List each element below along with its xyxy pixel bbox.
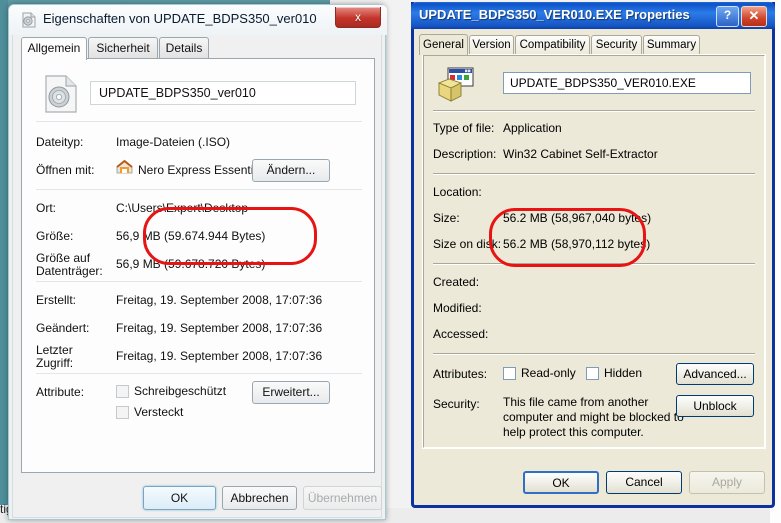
iso-disc-icon: [21, 12, 37, 28]
divider-xp-2: [433, 173, 755, 175]
readonly-label-xp: Read-only: [521, 366, 576, 380]
attributes-label: Attribute:: [36, 385, 84, 399]
hidden-checkbox[interactable]: [116, 406, 129, 419]
security-text-line1: This file came from another: [503, 395, 648, 409]
security-text-line3: help protect this computer.: [503, 425, 644, 439]
apply-button[interactable]: Übernehmen: [303, 486, 382, 510]
hidden-label: Versteckt: [134, 405, 183, 419]
size-on-disk-value-xp: 56.2 MB (58,970,112 bytes): [503, 237, 650, 251]
size-label-xp: Size:: [433, 211, 460, 225]
readonly-label: Schreibgeschützt: [134, 384, 226, 398]
tab-strip: Allgemein Sicherheit Details: [21, 37, 375, 59]
divider-xp-1: [433, 110, 755, 112]
location-label-xp: Location:: [433, 185, 482, 199]
window-title: Eigenschaften von UPDATE_BDPS350_ver010: [43, 11, 317, 26]
divider-xp-4: [433, 353, 755, 355]
cancel-button-xp[interactable]: Cancel: [606, 471, 682, 494]
divider-1: [36, 121, 362, 122]
tab-version[interactable]: Version: [469, 35, 514, 54]
size-value: 56,9 MB (59.674.944 Bytes): [116, 229, 265, 243]
close-button[interactable]: x: [335, 7, 381, 28]
hidden-label-xp: Hidden: [604, 366, 642, 380]
hidden-checkbox-xp[interactable]: [586, 367, 599, 380]
iso-file-icon: [44, 75, 78, 113]
location-label: Ort:: [36, 201, 56, 215]
size-on-disk-value: 56,9 MB (59.678.720 Bytes): [116, 257, 265, 271]
openwith-label: Öffnen mit:: [36, 163, 94, 177]
size-on-disk-label-xp: Size on disk:: [433, 237, 501, 251]
divider-2: [36, 189, 362, 190]
tab-details[interactable]: Details: [159, 37, 209, 58]
accessed-value: Freitag, 19. September 2008, 17:07:36: [116, 349, 322, 363]
modified-label: Geändert:: [36, 321, 89, 335]
title-bar-xp: UPDATE_BDPS350_VER010.EXE Properties ? ✕: [411, 2, 775, 29]
unblock-button[interactable]: Unblock: [676, 395, 754, 417]
close-icon-xp: ✕: [742, 7, 766, 24]
help-button[interactable]: ?: [716, 6, 739, 27]
change-program-button[interactable]: Ändern...: [252, 159, 330, 182]
tab-compatibility[interactable]: Compatibility: [515, 35, 590, 54]
nero-app-icon: [116, 159, 133, 179]
close-icon: x: [336, 7, 380, 27]
security-text-line2: computer and might be blocked to: [503, 410, 684, 424]
size-label: Größe:: [36, 229, 73, 243]
ok-button-xp[interactable]: OK: [523, 471, 599, 494]
created-label: Erstellt:: [36, 293, 76, 307]
description-label: Description:: [433, 147, 496, 161]
cancel-button[interactable]: Abbrechen: [222, 486, 297, 510]
title-bar: Eigenschaften von UPDATE_BDPS350_ver010 …: [9, 5, 387, 35]
tab-summary[interactable]: Summary: [643, 35, 700, 54]
type-of-file-label: Type of file:: [433, 121, 494, 135]
attributes-label-xp: Attributes:: [433, 367, 487, 381]
ok-button[interactable]: OK: [143, 486, 216, 510]
modified-label-xp: Modified:: [433, 301, 482, 315]
accessed-label-xp: Accessed:: [433, 327, 488, 341]
tab-allgemein[interactable]: Allgemein: [21, 37, 87, 60]
created-label-xp: Created:: [433, 275, 479, 289]
created-value: Freitag, 19. September 2008, 17:07:36: [116, 293, 322, 307]
readonly-checkbox[interactable]: [116, 385, 129, 398]
modified-value: Freitag, 19. September 2008, 17:07:36: [116, 321, 322, 335]
accessed-label-line2: Zugriff:: [36, 356, 73, 370]
help-icon: ?: [717, 7, 738, 24]
cabinet-self-extractor-icon: [437, 67, 475, 103]
size-value-xp: 56.2 MB (58,967,040 bytes): [503, 211, 651, 225]
filetype-value: Image-Dateien (.ISO): [116, 135, 230, 149]
general-tab-panel: UPDATE_BDPS350_ver010 Dateityp: Image-Da…: [21, 58, 375, 473]
accessed-label-line1: Letzter: [36, 343, 73, 357]
tab-strip-xp: General Version Compatibility Security S…: [419, 35, 763, 55]
file-name-field[interactable]: UPDATE_BDPS350_ver010: [90, 81, 356, 105]
tab-sicherheit[interactable]: Sicherheit: [88, 37, 158, 58]
security-label: Security:: [433, 397, 480, 411]
location-value: C:\Users\Expert\Desktop: [116, 201, 248, 215]
openwith-value: Nero Express Essentials: [138, 163, 269, 177]
tab-security[interactable]: Security: [591, 35, 642, 54]
advanced-button-xp[interactable]: Advanced...: [676, 363, 754, 385]
divider-3: [36, 281, 362, 282]
file-properties-window-german: Eigenschaften von UPDATE_BDPS350_ver010 …: [8, 4, 386, 520]
readonly-checkbox-xp[interactable]: [503, 367, 516, 380]
divider-4: [36, 373, 362, 374]
size-on-disk-label-line1: Größe auf: [36, 251, 90, 265]
close-button-xp[interactable]: ✕: [741, 6, 767, 27]
file-properties-window-english: UPDATE_BDPS350_VER010.EXE Type of file: …: [411, 2, 775, 508]
filetype-label: Dateityp:: [36, 135, 83, 149]
description-value: Win32 Cabinet Self-Extractor: [503, 147, 658, 161]
size-on-disk-label-line2: Datenträger:: [36, 264, 103, 278]
file-name-field-xp[interactable]: UPDATE_BDPS350_VER010.EXE: [503, 72, 751, 94]
general-tab-panel-xp: UPDATE_BDPS350_VER010.EXE Type of file: …: [422, 54, 766, 449]
divider-xp-3: [433, 263, 755, 265]
desktop-teal-strip: [0, 0, 8, 505]
panel-inner-border: [423, 55, 765, 448]
advanced-button[interactable]: Erweitert...: [252, 381, 330, 404]
apply-button-xp[interactable]: Apply: [689, 471, 765, 494]
type-of-file-value: Application: [503, 121, 562, 135]
tab-general[interactable]: General: [419, 34, 468, 55]
window-title-xp: UPDATE_BDPS350_VER010.EXE Properties: [419, 7, 690, 22]
